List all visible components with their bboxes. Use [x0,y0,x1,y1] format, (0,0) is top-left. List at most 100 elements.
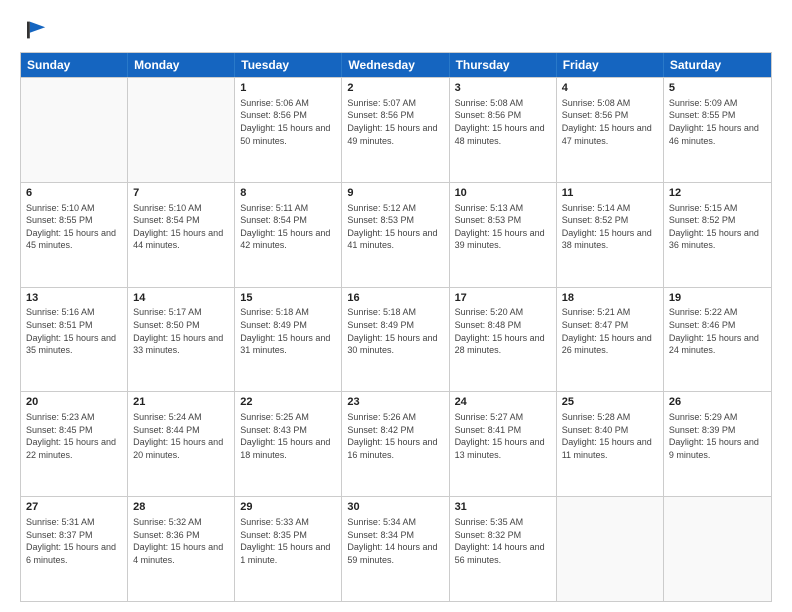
day-number: 21 [133,395,229,410]
calendar-header-cell: Tuesday [235,53,342,77]
calendar-cell: 5Sunrise: 5:09 AM Sunset: 8:55 PM Daylig… [664,78,771,182]
calendar-cell: 21Sunrise: 5:24 AM Sunset: 8:44 PM Dayli… [128,392,235,496]
calendar-cell: 23Sunrise: 5:26 AM Sunset: 8:42 PM Dayli… [342,392,449,496]
logo [20,16,52,44]
day-number: 4 [562,81,658,96]
calendar-cell: 3Sunrise: 5:08 AM Sunset: 8:56 PM Daylig… [450,78,557,182]
day-number: 26 [669,395,766,410]
day-info: Sunrise: 5:08 AM Sunset: 8:56 PM Dayligh… [562,97,658,147]
header [20,16,772,44]
calendar-cell: 7Sunrise: 5:10 AM Sunset: 8:54 PM Daylig… [128,183,235,287]
calendar-cell [557,497,664,601]
calendar-week-row: 20Sunrise: 5:23 AM Sunset: 8:45 PM Dayli… [21,391,771,496]
calendar-cell: 13Sunrise: 5:16 AM Sunset: 8:51 PM Dayli… [21,288,128,392]
day-info: Sunrise: 5:11 AM Sunset: 8:54 PM Dayligh… [240,202,336,252]
calendar-header-cell: Sunday [21,53,128,77]
day-number: 17 [455,291,551,306]
day-info: Sunrise: 5:29 AM Sunset: 8:39 PM Dayligh… [669,411,766,461]
day-number: 10 [455,186,551,201]
calendar-header-row: SundayMondayTuesdayWednesdayThursdayFrid… [21,53,771,77]
calendar-cell: 26Sunrise: 5:29 AM Sunset: 8:39 PM Dayli… [664,392,771,496]
calendar-cell: 6Sunrise: 5:10 AM Sunset: 8:55 PM Daylig… [21,183,128,287]
calendar-week-row: 1Sunrise: 5:06 AM Sunset: 8:56 PM Daylig… [21,77,771,182]
logo-icon [20,16,48,44]
calendar-cell: 16Sunrise: 5:18 AM Sunset: 8:49 PM Dayli… [342,288,449,392]
day-number: 13 [26,291,122,306]
calendar-cell: 25Sunrise: 5:28 AM Sunset: 8:40 PM Dayli… [557,392,664,496]
calendar-cell: 11Sunrise: 5:14 AM Sunset: 8:52 PM Dayli… [557,183,664,287]
calendar-cell: 15Sunrise: 5:18 AM Sunset: 8:49 PM Dayli… [235,288,342,392]
day-info: Sunrise: 5:32 AM Sunset: 8:36 PM Dayligh… [133,516,229,566]
day-info: Sunrise: 5:23 AM Sunset: 8:45 PM Dayligh… [26,411,122,461]
calendar-cell: 27Sunrise: 5:31 AM Sunset: 8:37 PM Dayli… [21,497,128,601]
day-number: 19 [669,291,766,306]
day-info: Sunrise: 5:12 AM Sunset: 8:53 PM Dayligh… [347,202,443,252]
day-number: 29 [240,500,336,515]
calendar-cell: 14Sunrise: 5:17 AM Sunset: 8:50 PM Dayli… [128,288,235,392]
day-number: 7 [133,186,229,201]
page: SundayMondayTuesdayWednesdayThursdayFrid… [0,0,792,612]
day-number: 12 [669,186,766,201]
day-info: Sunrise: 5:08 AM Sunset: 8:56 PM Dayligh… [455,97,551,147]
day-number: 15 [240,291,336,306]
day-info: Sunrise: 5:18 AM Sunset: 8:49 PM Dayligh… [240,306,336,356]
day-info: Sunrise: 5:06 AM Sunset: 8:56 PM Dayligh… [240,97,336,147]
day-info: Sunrise: 5:20 AM Sunset: 8:48 PM Dayligh… [455,306,551,356]
calendar-cell: 24Sunrise: 5:27 AM Sunset: 8:41 PM Dayli… [450,392,557,496]
calendar-header-cell: Monday [128,53,235,77]
day-number: 16 [347,291,443,306]
calendar: SundayMondayTuesdayWednesdayThursdayFrid… [20,52,772,602]
day-number: 3 [455,81,551,96]
day-number: 5 [669,81,766,96]
day-number: 27 [26,500,122,515]
day-number: 23 [347,395,443,410]
calendar-week-row: 6Sunrise: 5:10 AM Sunset: 8:55 PM Daylig… [21,182,771,287]
calendar-cell: 1Sunrise: 5:06 AM Sunset: 8:56 PM Daylig… [235,78,342,182]
calendar-cell: 22Sunrise: 5:25 AM Sunset: 8:43 PM Dayli… [235,392,342,496]
day-number: 9 [347,186,443,201]
day-info: Sunrise: 5:33 AM Sunset: 8:35 PM Dayligh… [240,516,336,566]
day-info: Sunrise: 5:21 AM Sunset: 8:47 PM Dayligh… [562,306,658,356]
calendar-header-cell: Friday [557,53,664,77]
day-number: 14 [133,291,229,306]
day-number: 31 [455,500,551,515]
calendar-week-row: 13Sunrise: 5:16 AM Sunset: 8:51 PM Dayli… [21,287,771,392]
day-number: 6 [26,186,122,201]
day-info: Sunrise: 5:17 AM Sunset: 8:50 PM Dayligh… [133,306,229,356]
calendar-cell: 29Sunrise: 5:33 AM Sunset: 8:35 PM Dayli… [235,497,342,601]
day-info: Sunrise: 5:16 AM Sunset: 8:51 PM Dayligh… [26,306,122,356]
day-info: Sunrise: 5:14 AM Sunset: 8:52 PM Dayligh… [562,202,658,252]
day-info: Sunrise: 5:10 AM Sunset: 8:54 PM Dayligh… [133,202,229,252]
calendar-cell: 31Sunrise: 5:35 AM Sunset: 8:32 PM Dayli… [450,497,557,601]
day-info: Sunrise: 5:10 AM Sunset: 8:55 PM Dayligh… [26,202,122,252]
day-info: Sunrise: 5:18 AM Sunset: 8:49 PM Dayligh… [347,306,443,356]
day-number: 22 [240,395,336,410]
day-info: Sunrise: 5:15 AM Sunset: 8:52 PM Dayligh… [669,202,766,252]
calendar-cell: 12Sunrise: 5:15 AM Sunset: 8:52 PM Dayli… [664,183,771,287]
calendar-cell: 9Sunrise: 5:12 AM Sunset: 8:53 PM Daylig… [342,183,449,287]
day-info: Sunrise: 5:35 AM Sunset: 8:32 PM Dayligh… [455,516,551,566]
calendar-cell: 20Sunrise: 5:23 AM Sunset: 8:45 PM Dayli… [21,392,128,496]
day-info: Sunrise: 5:07 AM Sunset: 8:56 PM Dayligh… [347,97,443,147]
day-number: 18 [562,291,658,306]
calendar-cell [664,497,771,601]
calendar-cell: 10Sunrise: 5:13 AM Sunset: 8:53 PM Dayli… [450,183,557,287]
calendar-cell: 19Sunrise: 5:22 AM Sunset: 8:46 PM Dayli… [664,288,771,392]
calendar-body: 1Sunrise: 5:06 AM Sunset: 8:56 PM Daylig… [21,77,771,601]
calendar-week-row: 27Sunrise: 5:31 AM Sunset: 8:37 PM Dayli… [21,496,771,601]
calendar-header-cell: Thursday [450,53,557,77]
day-number: 20 [26,395,122,410]
calendar-cell: 17Sunrise: 5:20 AM Sunset: 8:48 PM Dayli… [450,288,557,392]
day-info: Sunrise: 5:27 AM Sunset: 8:41 PM Dayligh… [455,411,551,461]
day-info: Sunrise: 5:09 AM Sunset: 8:55 PM Dayligh… [669,97,766,147]
day-info: Sunrise: 5:25 AM Sunset: 8:43 PM Dayligh… [240,411,336,461]
calendar-cell: 30Sunrise: 5:34 AM Sunset: 8:34 PM Dayli… [342,497,449,601]
day-number: 11 [562,186,658,201]
day-number: 25 [562,395,658,410]
day-number: 28 [133,500,229,515]
calendar-cell: 28Sunrise: 5:32 AM Sunset: 8:36 PM Dayli… [128,497,235,601]
day-number: 1 [240,81,336,96]
day-info: Sunrise: 5:34 AM Sunset: 8:34 PM Dayligh… [347,516,443,566]
calendar-cell [21,78,128,182]
calendar-header-cell: Wednesday [342,53,449,77]
